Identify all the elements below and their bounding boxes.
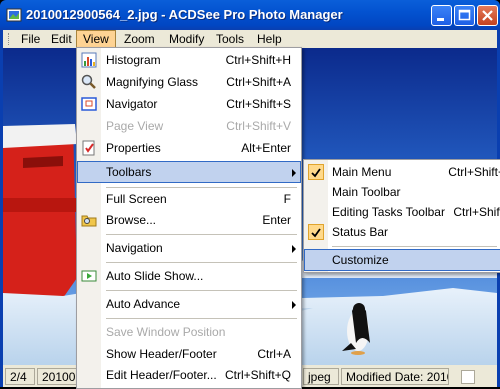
menu-item-shortcut: Ctrl+Shift+H	[225, 53, 291, 67]
menu-item-shortcut: F	[283, 192, 291, 206]
menu-item-shortcut: Ctrl+Shift+V	[226, 119, 291, 133]
menu-item-shortcut: Alt+Enter	[241, 141, 291, 155]
menu-item-label: Navigator	[106, 97, 158, 111]
view-menu-page-view[interactable]: Page View Ctrl+Shift+V	[77, 115, 301, 137]
menu-item-label: Histogram	[106, 53, 161, 67]
status-position: 2/4	[5, 368, 35, 385]
menu-item-label: Properties	[106, 141, 161, 155]
menu-item-shortcut: Ctrl+Shift+	[448, 165, 500, 179]
menu-separator	[332, 246, 497, 247]
menu-zoom[interactable]: Zoom	[118, 30, 161, 48]
menu-item-label: Browse...	[106, 213, 157, 227]
magnifier-icon	[81, 74, 96, 89]
menu-edit[interactable]: Edit	[45, 30, 78, 48]
menu-modify[interactable]: Modify	[163, 30, 210, 48]
menu-item-label: Full Screen	[106, 192, 167, 206]
status-filename: 20100	[37, 368, 77, 385]
window-title: 2010012900564_2.jpg - ACDSee Pro Photo M…	[26, 7, 343, 22]
view-menu-magnifying-glass[interactable]: Magnifying Glass Ctrl+Shift+A	[77, 71, 301, 93]
submenu-arrow-icon	[292, 169, 296, 177]
minimize-button[interactable]	[431, 5, 452, 26]
menu-item-label: Page View	[106, 119, 164, 133]
view-menu-navigator[interactable]: Navigator Ctrl+Shift+S	[77, 93, 301, 115]
view-menu-full-screen[interactable]: Full Screen F	[77, 188, 301, 210]
menu-view[interactable]: View	[76, 30, 116, 48]
view-menu-histogram[interactable]: Histogram Ctrl+Shift+H	[77, 49, 301, 71]
menu-item-label: Navigation	[106, 241, 163, 255]
toolbars-submenu: Main Menu Ctrl+Shift+ Main Toolbar Editi…	[303, 159, 500, 273]
title-bar[interactable]: 2010012900564_2.jpg - ACDSee Pro Photo M…	[0, 0, 500, 30]
histogram-icon	[81, 52, 97, 68]
menu-item-label: Toolbars	[106, 165, 152, 179]
toolbars-editing-tasks-toolbar[interactable]: Editing Tasks Toolbar Ctrl+Shift-	[304, 201, 500, 223]
view-menu-browse[interactable]: Browse... Enter	[77, 209, 301, 231]
menu-item-label: Editing Tasks Toolbar	[332, 205, 445, 219]
toolbars-customize[interactable]: Customize	[304, 249, 500, 271]
menu-item-label: Magnifying Glass	[106, 75, 199, 89]
menu-separator	[106, 318, 297, 319]
minimize-icon	[437, 18, 444, 21]
menu-item-shortcut: Ctrl+Shift+Q	[224, 368, 291, 382]
navigator-icon	[81, 97, 97, 111]
view-menu-properties[interactable]: Properties Alt+Enter	[77, 137, 301, 159]
menu-item-label: Show Header/Footer	[106, 347, 217, 361]
menu-item-label: Save Window Position	[106, 325, 226, 339]
close-button[interactable]	[477, 5, 498, 26]
menu-item-label: Edit Header/Footer...	[106, 368, 217, 382]
menu-tools[interactable]: Tools	[210, 30, 250, 48]
toolbars-status-bar[interactable]: Status Bar	[304, 221, 500, 243]
menu-item-shortcut: Ctrl+Shift+A	[226, 75, 291, 89]
menu-help[interactable]: Help	[251, 30, 288, 48]
view-menu-auto-slide-show[interactable]: Auto Slide Show...	[77, 265, 301, 287]
menu-separator	[106, 290, 297, 291]
maximize-icon	[458, 9, 471, 21]
view-menu-save-window-position[interactable]: Save Window Position	[77, 321, 301, 343]
close-icon	[482, 10, 493, 21]
view-menu-show-header-footer[interactable]: Show Header/Footer Ctrl+A	[77, 343, 301, 365]
menu-item-label: Main Menu	[332, 165, 392, 179]
checkmark-icon	[308, 164, 324, 180]
status-modified-date: Modified Date: 2010	[341, 368, 449, 385]
menu-separator	[106, 262, 297, 263]
menu-item-label: Main Toolbar	[332, 185, 401, 199]
menu-bar: File Edit View Zoom Modify Tools Help	[3, 30, 497, 48]
slideshow-icon	[81, 270, 97, 282]
submenu-arrow-icon	[292, 245, 296, 253]
submenu-arrow-icon	[292, 301, 296, 309]
status-indicator-box	[461, 370, 475, 384]
toolbars-main-menu[interactable]: Main Menu Ctrl+Shift+	[304, 161, 500, 183]
menu-item-label: Customize	[332, 253, 389, 267]
view-menu-navigation[interactable]: Navigation	[77, 237, 301, 259]
menu-separator	[106, 234, 297, 235]
menu-item-shortcut: Ctrl+Shift-	[453, 205, 500, 219]
menu-item-label: Status Bar	[332, 225, 389, 239]
view-menu-toolbars[interactable]: Toolbars	[77, 161, 301, 183]
menu-file[interactable]: File	[15, 30, 46, 48]
view-menu-edit-header-footer[interactable]: Edit Header/Footer... Ctrl+Shift+Q	[77, 364, 301, 386]
toolbars-main-toolbar[interactable]: Main Toolbar	[304, 181, 500, 203]
menu-item-shortcut: Ctrl+A	[257, 347, 291, 361]
properties-icon	[82, 140, 95, 156]
view-menu: Histogram Ctrl+Shift+H Magnifying Glass …	[76, 47, 302, 389]
browse-icon	[81, 215, 97, 227]
maximize-button[interactable]	[454, 5, 475, 26]
acdsee-app-icon[interactable]	[6, 7, 22, 23]
view-menu-auto-advance[interactable]: Auto Advance	[77, 293, 301, 315]
menubar-grip[interactable]	[8, 33, 12, 45]
menu-item-label: Auto Advance	[106, 297, 181, 311]
menu-item-shortcut: Enter	[262, 213, 291, 227]
menu-item-shortcut: Ctrl+Shift+S	[226, 97, 291, 111]
checkmark-icon	[308, 224, 324, 240]
menu-item-label: Auto Slide Show...	[106, 269, 204, 283]
status-format: jpeg	[303, 368, 339, 385]
